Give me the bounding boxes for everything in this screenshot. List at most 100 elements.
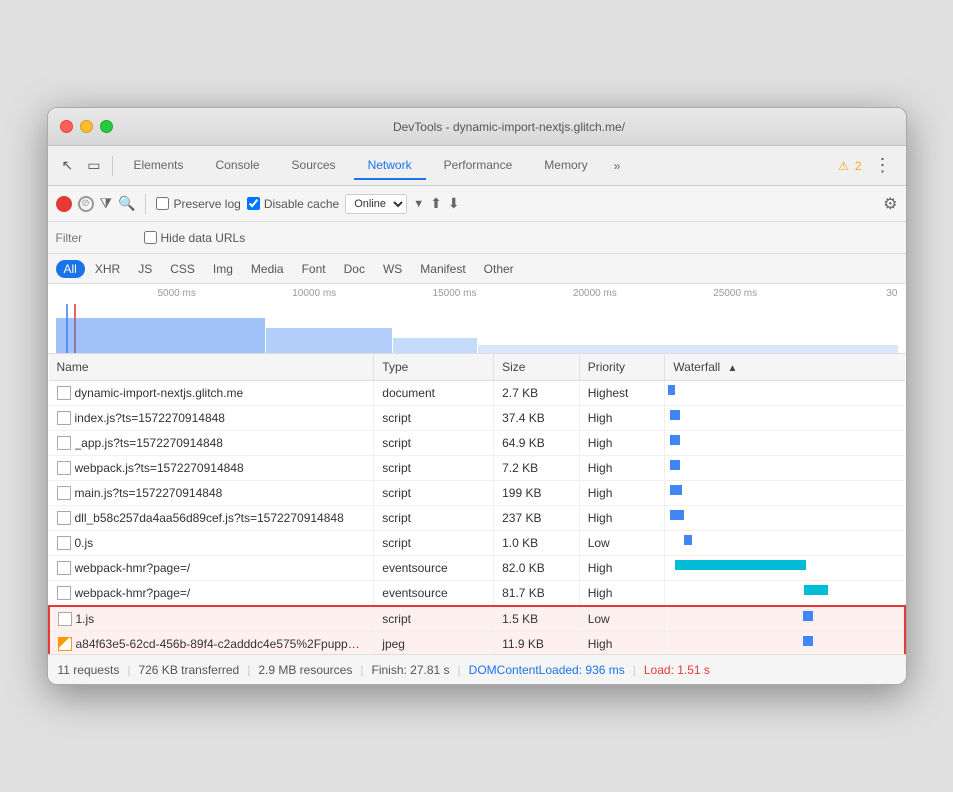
type-filter-media[interactable]: Media bbox=[243, 260, 292, 278]
file-name: webpack-hmr?page=/ bbox=[75, 586, 191, 600]
file-name: 1.js bbox=[76, 612, 95, 626]
tab-sources[interactable]: Sources bbox=[278, 152, 350, 180]
table-row[interactable]: webpack.js?ts=1572270914848script7.2 KBH… bbox=[49, 456, 905, 481]
cursor-tool-button[interactable]: ↖ bbox=[56, 153, 80, 178]
table-row[interactable]: a84f63e5-62cd-456b-89f4-c2adddc4e575%2Fp… bbox=[49, 632, 905, 655]
column-header-priority[interactable]: Priority bbox=[579, 354, 665, 381]
column-header-waterfall[interactable]: Waterfall ▲ bbox=[665, 354, 905, 381]
cell-name: _app.js?ts=1572270914848 bbox=[49, 431, 374, 456]
export-button[interactable]: ⬇ bbox=[448, 195, 460, 212]
type-filter-ws[interactable]: WS bbox=[375, 260, 410, 278]
file-name: webpack.js?ts=1572270914848 bbox=[75, 461, 244, 475]
devtools-window: DevTools - dynamic-import-nextjs.glitch.… bbox=[47, 107, 907, 685]
cell-size: 81.7 KB bbox=[494, 581, 580, 607]
close-button[interactable] bbox=[60, 120, 73, 133]
cell-size: 7.2 KB bbox=[494, 456, 580, 481]
type-filter-css[interactable]: CSS bbox=[162, 260, 203, 278]
image-file-icon bbox=[58, 637, 72, 651]
finish-time: Finish: 27.81 s bbox=[371, 663, 449, 677]
type-filter-bar: All XHR JS CSS Img Media Font Doc WS Man… bbox=[48, 254, 906, 284]
column-header-size[interactable]: Size bbox=[494, 354, 580, 381]
type-filter-all[interactable]: All bbox=[56, 260, 85, 278]
stop-button[interactable]: ⊘ bbox=[78, 196, 94, 212]
waterfall-bar bbox=[670, 435, 680, 445]
preserve-log-text: Preserve log bbox=[173, 197, 240, 211]
toolbar-divider-2 bbox=[145, 194, 146, 214]
table-row[interactable]: dll_b58c257da4aa56d89cef.js?ts=157227091… bbox=[49, 506, 905, 531]
type-filter-xhr[interactable]: XHR bbox=[87, 260, 128, 278]
waterfall-bar bbox=[803, 636, 813, 646]
type-filter-js[interactable]: JS bbox=[130, 260, 160, 278]
cell-priority: Low bbox=[579, 606, 665, 632]
warnings-badge[interactable]: ⚠ 2 bbox=[838, 159, 861, 173]
disable-cache-checkbox[interactable] bbox=[247, 197, 260, 210]
timeline-label-3: 20000 ms bbox=[476, 288, 616, 299]
tab-memory[interactable]: Memory bbox=[530, 152, 601, 180]
cell-type: script bbox=[374, 406, 494, 431]
type-filter-manifest[interactable]: Manifest bbox=[412, 260, 473, 278]
table-row[interactable]: main.js?ts=1572270914848script199 KBHigh bbox=[49, 481, 905, 506]
throttle-select[interactable]: Online bbox=[345, 194, 407, 214]
record-button[interactable] bbox=[56, 196, 72, 212]
cell-priority: High bbox=[579, 431, 665, 456]
waterfall-bar bbox=[670, 485, 682, 495]
tab-elements[interactable]: Elements bbox=[119, 152, 197, 180]
table-row[interactable]: index.js?ts=1572270914848script37.4 KBHi… bbox=[49, 406, 905, 431]
preserve-log-label[interactable]: Preserve log bbox=[156, 197, 240, 211]
type-filter-img[interactable]: Img bbox=[205, 260, 241, 278]
cell-name: 0.js bbox=[49, 531, 374, 556]
more-options-button[interactable]: ⋮ bbox=[868, 151, 898, 180]
settings-button[interactable]: ⚙ bbox=[883, 194, 897, 214]
type-filter-doc[interactable]: Doc bbox=[336, 260, 373, 278]
column-header-type[interactable]: Type bbox=[374, 354, 494, 381]
cell-type: eventsource bbox=[374, 581, 494, 607]
cell-name: a84f63e5-62cd-456b-89f4-c2adddc4e575%2Fp… bbox=[49, 632, 374, 655]
cell-priority: High bbox=[579, 506, 665, 531]
transferred-size: 726 KB transferred bbox=[138, 663, 239, 677]
minimize-button[interactable] bbox=[80, 120, 93, 133]
window-title: DevTools - dynamic-import-nextjs.glitch.… bbox=[125, 120, 894, 134]
cell-size: 82.0 KB bbox=[494, 556, 580, 581]
import-button[interactable]: ⬆ bbox=[430, 195, 442, 212]
device-toolbar-button[interactable]: ▭ bbox=[81, 153, 106, 178]
disable-cache-label[interactable]: Disable cache bbox=[247, 197, 339, 211]
file-icon bbox=[57, 511, 71, 525]
table-row[interactable]: webpack-hmr?page=/eventsource81.7 KBHigh bbox=[49, 581, 905, 607]
file-name: a84f63e5-62cd-456b-89f4-c2adddc4e575%2Fp… bbox=[76, 637, 366, 651]
cell-priority: High bbox=[579, 632, 665, 655]
cell-waterfall bbox=[665, 456, 905, 481]
filter-input[interactable] bbox=[56, 231, 136, 245]
file-name: main.js?ts=1572270914848 bbox=[75, 486, 223, 500]
table-row[interactable]: _app.js?ts=1572270914848script64.9 KBHig… bbox=[49, 431, 905, 456]
tab-network[interactable]: Network bbox=[354, 152, 426, 180]
table-row[interactable]: 0.jsscript1.0 KBLow bbox=[49, 531, 905, 556]
table-row[interactable]: 1.jsscript1.5 KBLow bbox=[49, 606, 905, 632]
table-row[interactable]: dynamic-import-nextjs.glitch.medocument2… bbox=[49, 381, 905, 406]
cell-type: document bbox=[374, 381, 494, 406]
toolbar-divider-1 bbox=[112, 156, 113, 176]
top-toolbar: ↖ ▭ Elements Console Sources Network Per… bbox=[48, 146, 906, 186]
file-name: dynamic-import-nextjs.glitch.me bbox=[75, 386, 244, 400]
cell-waterfall bbox=[665, 581, 905, 607]
file-name: 0.js bbox=[75, 536, 94, 550]
type-filter-font[interactable]: Font bbox=[294, 260, 334, 278]
search-button[interactable]: 🔍 bbox=[118, 195, 135, 212]
file-icon bbox=[57, 586, 71, 600]
cell-type: script bbox=[374, 506, 494, 531]
maximize-button[interactable] bbox=[100, 120, 113, 133]
cell-type: eventsource bbox=[374, 556, 494, 581]
waterfall-bar bbox=[668, 385, 675, 395]
column-header-name[interactable]: Name bbox=[49, 354, 374, 381]
tab-performance[interactable]: Performance bbox=[430, 152, 527, 180]
network-table[interactable]: Name Type Size Priority Waterfall ▲ dyna… bbox=[48, 354, 906, 654]
table-row[interactable]: webpack-hmr?page=/eventsource82.0 KBHigh bbox=[49, 556, 905, 581]
hide-data-urls-label[interactable]: Hide data URLs bbox=[144, 231, 246, 245]
hide-data-urls-checkbox[interactable] bbox=[144, 231, 157, 244]
preserve-log-checkbox[interactable] bbox=[156, 197, 169, 210]
type-filter-other[interactable]: Other bbox=[476, 260, 522, 278]
filter-button[interactable]: ⧩ bbox=[100, 195, 113, 212]
waterfall-bar bbox=[675, 560, 807, 570]
file-icon bbox=[57, 411, 71, 425]
more-tabs-button[interactable]: » bbox=[606, 153, 629, 179]
tab-console[interactable]: Console bbox=[202, 152, 274, 180]
